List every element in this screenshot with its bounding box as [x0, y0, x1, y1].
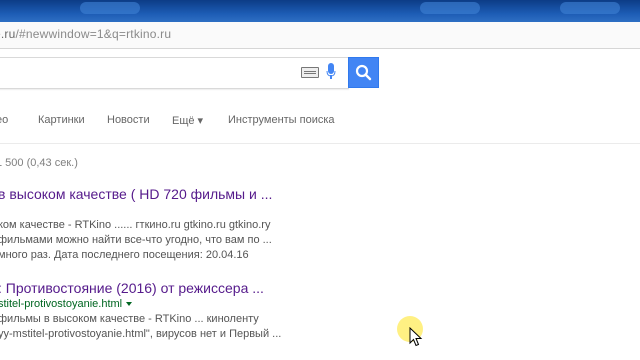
result-url-text: stitel-protivostoyanie.html: [0, 298, 123, 310]
tab-more[interactable]: Ещё ▾: [172, 114, 203, 127]
result-snippet: ком качестве - RTKino ...... гткино.ru g…: [0, 219, 271, 231]
tab-search-tools[interactable]: Инструменты поиска: [228, 114, 335, 126]
result-stats: 1 500 (0,43 сек.): [0, 157, 78, 169]
result-snippet: фильмами можно найти все-что угодно, что…: [0, 234, 272, 246]
result-snippet: yy-mstitel-protivostoyanie.html", вирусо…: [0, 328, 282, 340]
result-snippet: много раз. Дата последнего посещения: 20…: [0, 249, 249, 261]
search-icon: [355, 64, 372, 81]
background-highlight: [420, 2, 480, 14]
keyboard-icon[interactable]: [301, 67, 319, 78]
desktop-strip: [0, 0, 640, 22]
search-button[interactable]: [348, 57, 379, 88]
tab-news[interactable]: Новости: [107, 114, 150, 126]
microphone-icon[interactable]: [326, 63, 336, 81]
divider: [0, 143, 640, 144]
result-title-link[interactable]: в высоком качестве ( HD 720 фильмы и ...: [0, 186, 272, 202]
url-path: /#newwindow=1&q=rtkino.ru: [15, 27, 172, 41]
address-bar[interactable]: e.ru/#newwindow=1&q=rtkino.ru: [0, 22, 640, 49]
result-snippet: фильмы в высоком качестве - RTKino ... к…: [0, 313, 259, 325]
tab-video[interactable]: ео: [0, 114, 8, 126]
search-input[interactable]: [0, 57, 349, 89]
url-text[interactable]: e.ru/#newwindow=1&q=rtkino.ru: [0, 27, 171, 41]
background-highlight: [80, 2, 140, 14]
url-host: e.ru: [0, 27, 16, 41]
background-highlight: [560, 2, 620, 14]
mouse-cursor-icon: [409, 327, 423, 347]
result-url[interactable]: stitel-protivostoyanie.html: [0, 298, 133, 310]
tab-images[interactable]: Картинки: [38, 114, 85, 126]
chevron-down-icon[interactable]: [126, 302, 133, 307]
result-title-link[interactable]: : Противостояние (2016) от режиссера ...: [0, 280, 264, 296]
